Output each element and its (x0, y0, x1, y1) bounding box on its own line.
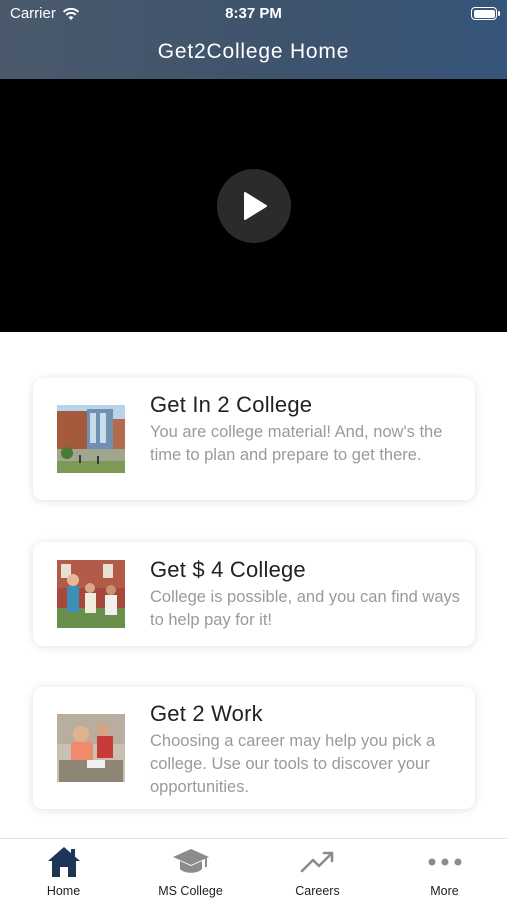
tab-careers[interactable]: Careers (254, 839, 381, 900)
tab-label: MS College (158, 884, 223, 898)
app-header: Carrier 8:37 PM Get2College Home (0, 0, 507, 79)
card-get-4-college[interactable]: Get $ 4 College College is possible, and… (33, 542, 475, 646)
card-title: Get 2 Work (150, 701, 263, 726)
tab-label: Home (46, 884, 81, 898)
play-icon (244, 192, 267, 220)
tab-ms-college[interactable]: MS College (127, 839, 254, 900)
tab-bar: Home MS College Careers More (0, 838, 507, 900)
video-player[interactable] (0, 79, 507, 332)
campus-photo (57, 405, 125, 473)
tab-home[interactable]: Home (0, 839, 127, 900)
home-icon (47, 847, 80, 877)
tab-label: Careers (295, 884, 340, 898)
card-description: College is possible, and you can find wa… (150, 588, 461, 629)
status-time: 8:37 PM (225, 5, 282, 22)
tab-more[interactable]: More (381, 839, 507, 900)
career-photo (57, 714, 125, 782)
card-title: Get In 2 College (150, 392, 313, 417)
battery-icon (471, 7, 500, 20)
more-dots-icon (428, 858, 461, 866)
card-title: Get $ 4 College (150, 557, 306, 582)
status-bar: Carrier 8:37 PM (0, 0, 507, 28)
play-button[interactable] (217, 169, 291, 243)
tab-label: More (430, 884, 459, 898)
trending-up-icon (300, 851, 333, 873)
page-title: Get2College Home (157, 40, 350, 63)
graduation-cap-icon (172, 849, 209, 873)
card-get-in-2-college[interactable]: Get In 2 College You are college materia… (33, 378, 475, 500)
card-get-2-work[interactable]: Get 2 Work Choosing a career may help yo… (33, 687, 475, 809)
students-photo (57, 560, 125, 628)
card-description: You are college material! And, now's the… (150, 423, 443, 464)
card-description: Choosing a career may help you pick a co… (150, 732, 436, 796)
